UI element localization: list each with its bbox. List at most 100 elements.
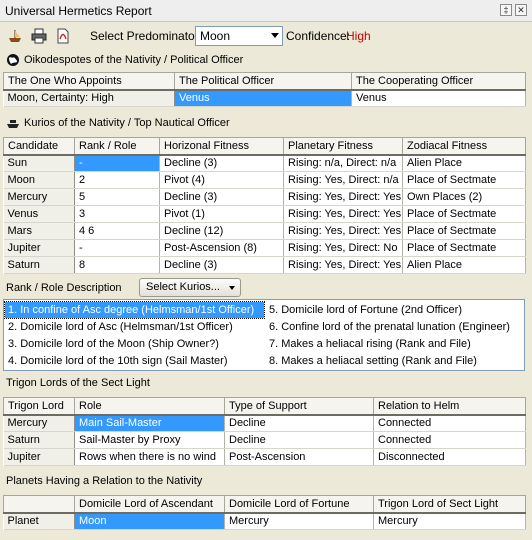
column-header[interactable]: Horizonal Fitness <box>159 137 284 156</box>
table-cell[interactable]: Post-Ascension (8) <box>159 239 284 257</box>
table-cell[interactable]: 3 <box>74 205 160 223</box>
column-header[interactable]: Rank / Role <box>74 137 160 156</box>
table-cell-selected[interactable]: Moon <box>74 512 225 530</box>
pdf-icon[interactable] <box>55 28 71 44</box>
table-cell[interactable]: Jupiter <box>3 448 75 466</box>
oikodespotes-header: Oikodespotes of the Nativity / Political… <box>0 50 532 70</box>
table-cell[interactable]: Rising: Yes, Direct: Yes <box>283 256 403 274</box>
table-cell[interactable]: Rising: Yes, Direct: Yes <box>283 205 403 223</box>
table-cell[interactable]: Place of Sectmate <box>402 171 526 189</box>
column-header[interactable]: Trigon Lord of Sect Light <box>373 495 526 514</box>
table-cell[interactable]: Rising: Yes, Direct: Yes <box>283 188 403 206</box>
table-cell[interactable]: Rising: n/a, Direct: n/a <box>283 154 403 172</box>
table-row[interactable]: Saturn Sail-Master by Proxy Decline Conn… <box>3 431 526 449</box>
table-cell[interactable]: Rising: Yes, Direct: n/a <box>283 171 403 189</box>
table-cell[interactable]: Rising: Yes, Direct: Yes <box>283 222 403 240</box>
table-cell[interactable]: Venus <box>351 89 526 107</box>
table-row[interactable]: Jupiter - Post-Ascension (8) Rising: Yes… <box>3 239 526 257</box>
table-cell[interactable]: 5 <box>74 188 160 206</box>
print-icon[interactable] <box>31 28 47 44</box>
column-header[interactable]: Planetary Fitness <box>283 137 403 156</box>
list-item[interactable]: 7. Makes a heliacal rising (Rank and Fil… <box>266 336 524 352</box>
list-item[interactable]: 8. Makes a heliacal setting (Rank and Fi… <box>266 353 524 369</box>
table-cell[interactable]: Decline <box>224 414 374 432</box>
table-cell[interactable]: Sail-Master by Proxy <box>74 431 225 449</box>
table-row[interactable]: Mercury Main Sail-Master Decline Connect… <box>3 414 526 432</box>
column-header[interactable]: Domicile Lord of Ascendant <box>74 495 225 514</box>
table-cell[interactable]: Decline (3) <box>159 154 284 172</box>
column-header[interactable]: Role <box>74 397 225 416</box>
list-item[interactable]: 2. Domicile lord of Asc (Helmsman/1st Of… <box>5 319 264 335</box>
table-cell[interactable]: Planet <box>3 512 75 530</box>
table-row[interactable]: Venus 3 Pivot (1) Rising: Yes, Direct: Y… <box>3 205 526 223</box>
table-cell[interactable]: Decline <box>224 431 374 449</box>
table-cell[interactable]: Decline (12) <box>159 222 284 240</box>
column-header[interactable] <box>3 495 75 514</box>
column-header[interactable]: The One Who Appoints <box>3 72 175 91</box>
table-cell[interactable]: Saturn <box>3 256 75 274</box>
table-cell[interactable]: Mercury <box>3 188 75 206</box>
ship-icon[interactable] <box>7 28 23 44</box>
table-cell[interactable]: Mercury <box>3 414 75 432</box>
table-row[interactable]: Mercury 5 Decline (3) Rising: Yes, Direc… <box>3 188 526 206</box>
rank-role-list[interactable]: 1. In confine of Asc degree (Helmsman/1s… <box>3 299 525 371</box>
table-cell[interactable]: - <box>74 239 160 257</box>
pin-icon[interactable]: ‡ <box>500 4 512 16</box>
table-cell[interactable]: Pivot (4) <box>159 171 284 189</box>
table-row[interactable]: Sun - Decline (3) Rising: n/a, Direct: n… <box>3 154 526 172</box>
list-item-selected[interactable]: 1. In confine of Asc degree (Helmsman/1s… <box>4 301 265 319</box>
table-header-row: Candidate Rank / Role Horizonal Fitness … <box>3 137 526 156</box>
table-cell[interactable]: Place of Sectmate <box>402 222 526 240</box>
table-cell[interactable]: Venus <box>3 205 75 223</box>
list-item[interactable]: 5. Domicile lord of Fortune (2nd Officer… <box>266 302 524 318</box>
table-cell[interactable]: 2 <box>74 171 160 189</box>
table-cell[interactable]: Jupiter <box>3 239 75 257</box>
table-cell[interactable]: Moon <box>3 171 75 189</box>
column-header[interactable]: Domicile Lord of Fortune <box>224 495 374 514</box>
list-item[interactable]: 3. Domicile lord of the Moon (Ship Owner… <box>5 336 264 352</box>
table-cell[interactable]: Pivot (1) <box>159 205 284 223</box>
table-cell[interactable]: Rising: Yes, Direct: No <box>283 239 403 257</box>
table-cell[interactable]: Post-Ascension <box>224 448 374 466</box>
column-header[interactable]: Trigon Lord <box>3 397 75 416</box>
column-header[interactable]: Type of Support <box>224 397 374 416</box>
table-row[interactable]: Moon, Certainty: High Venus Venus <box>3 89 526 107</box>
table-cell[interactable]: Own Places (2) <box>402 188 526 206</box>
table-cell[interactable]: Sun <box>3 154 75 172</box>
column-header[interactable]: Relation to Helm <box>373 397 526 416</box>
table-row[interactable]: Saturn 8 Decline (3) Rising: Yes, Direct… <box>3 256 526 274</box>
table-row[interactable]: Jupiter Rows when there is no wind Post-… <box>3 448 526 466</box>
table-cell[interactable]: Decline (3) <box>159 188 284 206</box>
table-cell-selected[interactable]: Venus <box>174 89 352 107</box>
table-cell[interactable]: Saturn <box>3 431 75 449</box>
table-cell[interactable]: 8 <box>74 256 160 274</box>
table-cell[interactable]: Connected <box>373 414 526 432</box>
predominator-select[interactable]: Moon <box>195 26 283 46</box>
table-cell[interactable]: Mercury <box>224 512 374 530</box>
column-header[interactable]: The Political Officer <box>174 72 352 91</box>
table-cell-selected[interactable]: Main Sail-Master <box>74 414 225 432</box>
column-header[interactable]: The Cooperating Officer <box>351 72 526 91</box>
table-row[interactable]: Moon 2 Pivot (4) Rising: Yes, Direct: n/… <box>3 171 526 189</box>
table-cell[interactable]: Moon, Certainty: High <box>3 89 175 107</box>
table-cell[interactable]: Decline (3) <box>159 256 284 274</box>
close-icon[interactable]: ✕ <box>515 4 527 16</box>
table-row[interactable]: Planet Moon Mercury Mercury <box>3 512 526 530</box>
table-row[interactable]: Mars 4 6 Decline (12) Rising: Yes, Direc… <box>3 222 526 240</box>
list-item[interactable]: 4. Domicile lord of the 10th sign (Sail … <box>5 353 264 369</box>
table-cell[interactable]: Place of Sectmate <box>402 239 526 257</box>
table-cell[interactable]: Mars <box>3 222 75 240</box>
table-cell[interactable]: Alien Place <box>402 256 526 274</box>
table-cell-selected[interactable]: - <box>74 154 160 172</box>
table-cell[interactable]: Alien Place <box>402 154 526 172</box>
table-cell[interactable]: Rows when there is no wind <box>74 448 225 466</box>
select-kurios-button[interactable]: Select Kurios... <box>139 278 241 297</box>
table-cell[interactable]: Disconnected <box>373 448 526 466</box>
table-cell[interactable]: 4 6 <box>74 222 160 240</box>
table-cell[interactable]: Connected <box>373 431 526 449</box>
table-cell[interactable]: Place of Sectmate <box>402 205 526 223</box>
list-item[interactable]: 6. Confine lord of the prenatal lunation… <box>266 319 524 335</box>
table-cell[interactable]: Mercury <box>373 512 526 530</box>
column-header[interactable]: Candidate <box>3 137 75 156</box>
column-header[interactable]: Zodiacal Fitness <box>402 137 526 156</box>
